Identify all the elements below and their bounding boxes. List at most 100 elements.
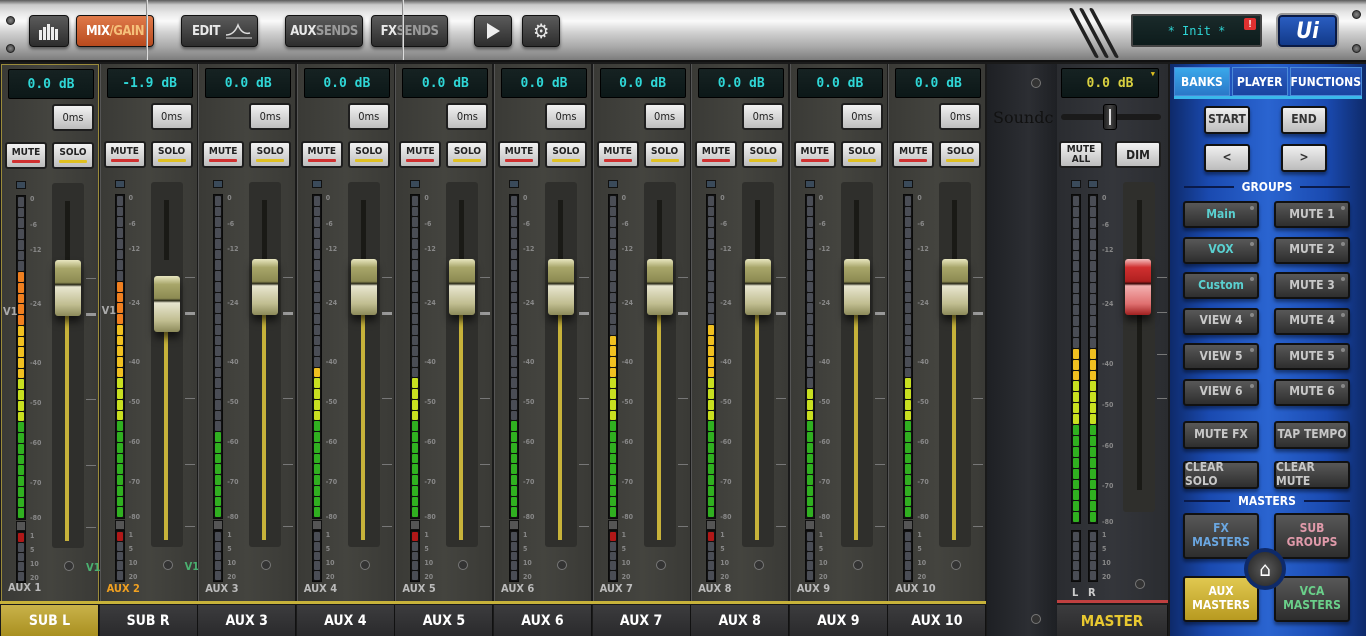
delay-button[interactable]: 0ms [742,103,785,130]
link-icon[interactable] [852,560,863,570]
delay-button[interactable]: 0ms [347,103,390,130]
mute-button[interactable]: MUTE [300,141,343,168]
solo-button[interactable]: SOLO [742,141,785,168]
status-display[interactable]: * Init * ! [1131,14,1262,47]
channel-footer-label[interactable]: AUX 10 [888,605,987,636]
level-display[interactable]: 0.0 dB [796,68,883,98]
delay-button[interactable]: 0ms [52,104,94,131]
mute-button[interactable]: MUTE [596,141,639,168]
solo-button[interactable]: SOLO [52,142,94,169]
fader-cap[interactable] [548,259,574,315]
clear-mute-button[interactable]: CLEAR MUTE [1274,460,1350,489]
delay-button[interactable]: 0ms [150,103,193,130]
mute-button[interactable]: MUTE [399,141,442,168]
tab-functions[interactable]: FUNCTIONS [1289,67,1362,96]
tab-banks[interactable]: BANKS [1174,67,1230,96]
mute-button[interactable]: MUTE [498,141,540,168]
link-icon[interactable] [64,561,74,571]
delay-button[interactable]: 0ms [446,103,489,130]
view-group-button[interactable]: Main [1183,201,1259,228]
solo-button[interactable]: SOLO [939,141,982,168]
home-button[interactable]: ⌂ [1244,548,1286,590]
pan-handle[interactable] [1103,104,1117,130]
fader-cap[interactable] [745,259,772,315]
delay-button[interactable]: 0ms [249,103,292,130]
fader-cap[interactable] [942,259,969,315]
solo-button[interactable]: SOLO [545,141,587,168]
delay-button[interactable]: 0ms [840,103,883,130]
channel-footer-label[interactable]: AUX 3 [198,605,297,636]
warning-icon[interactable]: ! [1244,18,1256,30]
level-display[interactable]: -1.9 dB [106,68,193,98]
link-icon[interactable] [754,560,765,570]
clear-solo-button[interactable]: CLEAR SOLO [1183,460,1259,489]
mute-button[interactable]: MUTE [202,141,245,168]
link-icon[interactable] [655,560,666,570]
mute-button[interactable]: MUTE [5,142,47,169]
fader-cap[interactable] [252,259,279,315]
mute-all-button[interactable]: MUTE ALL [1059,141,1103,168]
tab-player[interactable]: PLAYER [1231,67,1288,96]
tap-tempo-button[interactable]: TAP TEMPO [1274,421,1350,449]
mute-fx-button[interactable]: MUTE FX [1183,421,1259,449]
aux-masters-button[interactable]: AUX MASTERS [1183,576,1259,622]
aux-sends-button[interactable]: AUX SENDS [285,15,363,47]
fader-cap[interactable] [646,259,673,315]
channel-footer-label[interactable]: AUX 8 [691,605,790,636]
level-display[interactable]: 0.0 dB [303,68,390,98]
view-group-button[interactable]: VOX [1183,236,1259,264]
delay-button[interactable]: 0ms [643,103,686,130]
mix-gain-button[interactable]: MIX/GAIN [76,15,154,47]
master-footer-label[interactable]: MASTER [1057,605,1168,636]
view-group-button[interactable]: VIEW 4 [1183,307,1259,335]
solo-button[interactable]: SOLO [446,141,489,168]
dim-button[interactable]: DIM [1115,141,1161,168]
level-display[interactable]: 0.0 dB [501,68,587,98]
settings-button[interactable]: ⚙ [522,15,560,47]
fader-cap[interactable] [55,260,81,316]
view-group-button[interactable]: VIEW 5 [1183,343,1259,370]
link-icon[interactable] [951,560,962,570]
link-icon[interactable] [261,560,272,570]
level-display[interactable]: 0.0 dB [205,68,292,98]
bank-start-button[interactable]: START [1204,106,1250,134]
fader-cap[interactable] [449,259,476,315]
master-level-display[interactable]: 0.0 dB ▼ [1061,68,1159,98]
master-fader-cap[interactable] [1125,259,1151,315]
mute-button[interactable]: MUTE [695,141,738,168]
view-group-button[interactable]: Custom [1183,272,1259,299]
mute-group-button[interactable]: MUTE 4 [1274,307,1350,335]
level-display[interactable]: 0.0 dB [402,68,489,98]
vca-masters-button[interactable]: VCA MASTERS [1274,576,1350,622]
fader-cap[interactable] [153,276,180,332]
level-display[interactable]: 0.0 dB [698,68,785,98]
channel-footer-label[interactable]: AUX 4 [296,605,395,636]
solo-button[interactable]: SOLO [347,141,390,168]
solo-button[interactable]: SOLO [643,141,686,168]
play-button[interactable] [474,15,512,47]
fx-sends-button[interactable]: FX SENDS [371,15,448,47]
link-icon[interactable] [162,560,173,570]
channel-footer-label[interactable]: AUX 6 [494,605,592,636]
bank-end-button[interactable]: END [1281,106,1327,134]
bank-prev-button[interactable]: < [1204,144,1250,172]
channel-footer-label[interactable]: SUB R [99,605,198,636]
level-display[interactable]: 0.0 dB [599,68,686,98]
mute-group-button[interactable]: MUTE 6 [1274,378,1350,406]
solo-button[interactable]: SOLO [840,141,883,168]
bank-next-button[interactable]: > [1281,144,1327,172]
link-icon[interactable] [557,560,567,570]
view-group-button[interactable]: VIEW 6 [1183,378,1259,406]
sub-groups-button[interactable]: SUB GROUPS [1274,513,1350,559]
mute-button[interactable]: MUTE [793,141,836,168]
fader-cap[interactable] [843,259,870,315]
channel-footer-label[interactable]: AUX 9 [789,605,888,636]
mute-group-button[interactable]: MUTE 5 [1274,343,1350,370]
delay-button[interactable]: 0ms [545,103,587,130]
channel-footer-label[interactable]: AUX 5 [395,605,494,636]
ui-logo[interactable]: Ui [1278,15,1337,47]
edit-button[interactable]: EDIT [181,15,258,47]
fader-cap[interactable] [350,259,377,315]
mute-group-button[interactable]: MUTE 1 [1274,201,1350,228]
link-icon[interactable] [359,560,370,570]
